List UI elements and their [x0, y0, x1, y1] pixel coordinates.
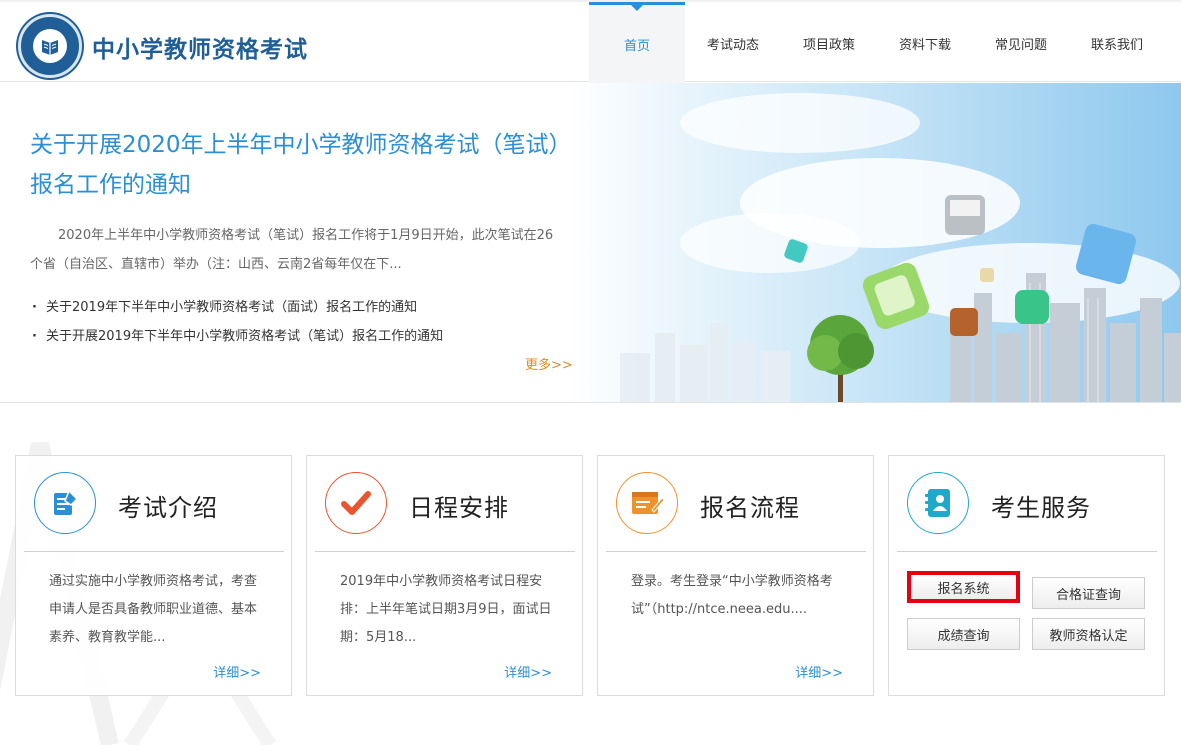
card-description: 通过实施中小学教师资格考试，考查申请人是否具备教师职业道德、基本素养、教育教学能…: [49, 574, 258, 645]
registration-system-button[interactable]: 报名系统: [907, 571, 1020, 603]
certificate-query-button[interactable]: 合格证查询: [1032, 577, 1145, 609]
main-nav: 首页 考试动态 项目政策 资料下载 常见问题 联系我们: [589, 2, 1165, 84]
nav-faq[interactable]: 常见问题: [973, 2, 1069, 84]
detail-link[interactable]: 详细>>: [504, 662, 552, 681]
detail-link[interactable]: 详细>>: [213, 662, 261, 681]
site-logo[interactable]: [18, 14, 82, 78]
document-pen-icon: [34, 472, 96, 534]
checkmark-icon: [325, 472, 387, 534]
book-icon: [42, 40, 58, 55]
score-query-button[interactable]: 成绩查询: [907, 618, 1020, 650]
card-title[interactable]: 考试介绍: [118, 488, 218, 523]
nav-downloads[interactable]: 资料下载: [877, 2, 973, 84]
site-header: 中小学教师资格考试 首页 考试动态 项目政策 资料下载 常见问题 联系我们: [0, 0, 1181, 84]
featured-news-title[interactable]: 关于开展2020年上半年中小学教师资格考试（笔试）报名工作的通知: [30, 125, 570, 205]
form-pen-icon: [616, 472, 678, 534]
news-banner: 关于开展2020年上半年中小学教师资格考试（笔试）报名工作的通知 2020年上半…: [0, 83, 1181, 403]
nav-home[interactable]: 首页: [589, 2, 685, 84]
news-list-item[interactable]: 关于2019年下半年中小学教师资格考试（面试）报名工作的通知: [32, 293, 443, 322]
card-candidate-services: 考生服务 报名系统 合格证查询 成绩查询 教师资格认定: [888, 455, 1165, 696]
card-schedule: 日程安排 2019年中小学教师资格考试日程安排：上半年笔试日期3月9日，面试日期…: [306, 455, 583, 696]
nav-policy[interactable]: 项目政策: [781, 2, 877, 84]
nav-contact[interactable]: 联系我们: [1069, 2, 1165, 84]
card-title[interactable]: 报名流程: [700, 488, 800, 523]
detail-link[interactable]: 详细>>: [795, 662, 843, 681]
teacher-qualification-button[interactable]: 教师资格认定: [1032, 618, 1145, 650]
card-registration-process: 报名流程 登录。考生登录“中小学教师资格考试”（http://ntce.neea…: [597, 455, 874, 696]
nav-exam-news[interactable]: 考试动态: [685, 2, 781, 84]
city-illustration: [560, 83, 1181, 402]
card-exam-intro: 考试介绍 通过实施中小学教师资格考试，考查申请人是否具备教师职业道德、基本素养、…: [15, 455, 292, 696]
news-list-item[interactable]: 关于开展2019年下半年中小学教师资格考试（笔试）报名工作的通知: [32, 322, 443, 351]
site-title[interactable]: 中小学教师资格考试: [92, 30, 308, 64]
featured-news-summary: 2020年上半年中小学教师资格考试（笔试）报名工作将于1月9日开始，此次笔试在2…: [30, 228, 554, 272]
card-description: 2019年中小学教师资格考试日程安排：上半年笔试日期3月9日，面试日期：5月18…: [340, 574, 552, 645]
news-list: 关于2019年下半年中小学教师资格考试（面试）报名工作的通知 关于开展2019年…: [32, 293, 443, 351]
card-description: 登录。考生登录“中小学教师资格考试”（http://ntce.neea.edu.…: [631, 574, 833, 617]
more-news-link[interactable]: 更多>>: [525, 354, 573, 373]
address-book-icon: [907, 472, 969, 534]
card-title[interactable]: 日程安排: [409, 488, 509, 523]
card-title[interactable]: 考生服务: [991, 488, 1091, 523]
